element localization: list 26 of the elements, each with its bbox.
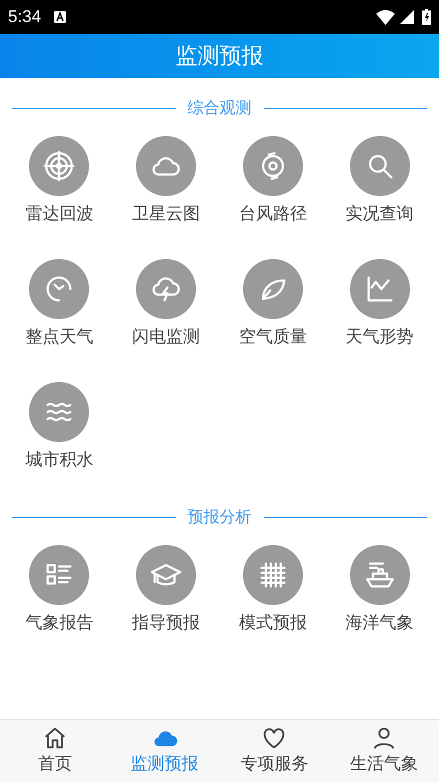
feature-item[interactable]: 指导预报 (112, 537, 220, 660)
feature-item[interactable]: 模式预报 (220, 537, 326, 660)
nav-tab[interactable]: 专项服务 (220, 720, 330, 782)
section-title: 预报分析 (186, 506, 252, 528)
wifi-icon (376, 10, 395, 24)
notification-icon (54, 11, 66, 23)
feature-item[interactable]: 空气质量 (220, 251, 326, 374)
feature-item[interactable]: 天气形势 (326, 251, 433, 374)
radar-icon (42, 149, 76, 183)
feature-item[interactable]: 实况查询 (326, 128, 433, 251)
section-title: 综合观测 (186, 97, 252, 119)
signal-icon (400, 10, 414, 24)
nav-tab[interactable]: 监测预报 (110, 720, 220, 782)
feature-item[interactable]: 台风路径 (220, 128, 326, 251)
nav-tab[interactable]: 首页 (0, 720, 110, 782)
header-title: 监测预报 (176, 42, 264, 70)
feature-item[interactable]: 整点天气 (6, 251, 113, 374)
feature-item[interactable]: 雷达回波 (6, 128, 113, 251)
feature-item[interactable]: 城市积水 (6, 374, 113, 497)
battery-icon (422, 9, 431, 25)
feature-item[interactable]: 闪电监测 (112, 251, 220, 374)
feature-item[interactable]: 卫星云图 (112, 128, 220, 251)
feature-item[interactable]: 海洋气象 (326, 537, 433, 660)
nav-tab[interactable]: 生活气象 (329, 720, 439, 782)
status-time: 5:34 (8, 6, 42, 28)
feature-item[interactable]: 气象报告 (6, 537, 113, 660)
